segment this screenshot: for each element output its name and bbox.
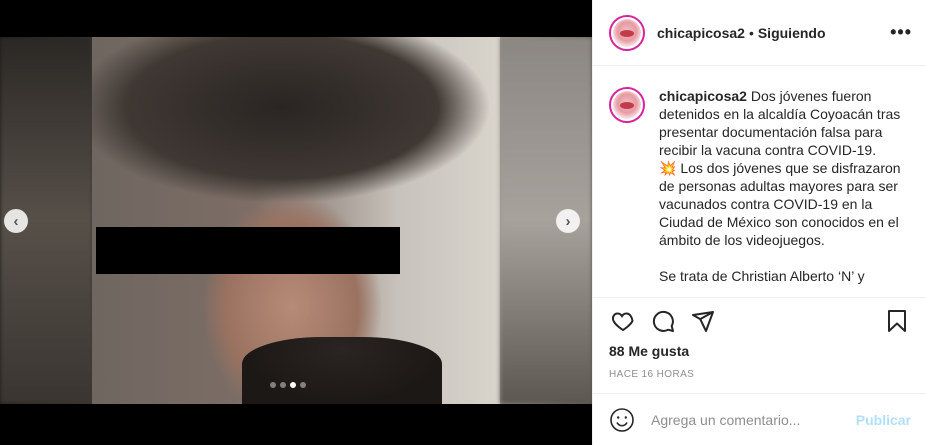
comment-box: Publicar xyxy=(593,393,926,445)
lips-icon xyxy=(620,102,634,109)
likes-count[interactable]: 88 Me gusta xyxy=(609,343,689,359)
post-media: ‹ › xyxy=(0,0,592,445)
caption-area: chicapicosa2 Dos jóvenes fueron detenido… xyxy=(593,67,926,297)
caption-username[interactable]: chicapicosa2 xyxy=(659,88,747,104)
share-icon[interactable] xyxy=(689,307,717,335)
caption-line: Se trata de Christian Alberto ‘N’ y xyxy=(659,268,865,284)
publish-button[interactable]: Publicar xyxy=(856,412,911,428)
carousel-dot xyxy=(270,382,276,388)
avatar[interactable] xyxy=(609,14,645,51)
post-photo xyxy=(0,37,592,404)
caption-text: chicapicosa2 Dos jóvenes fueron detenido… xyxy=(659,87,911,297)
header-separator: • xyxy=(748,24,754,41)
carousel-dot-active xyxy=(290,382,296,388)
header-username[interactable]: chicapicosa2 xyxy=(657,25,745,41)
caption-line: presentar documentación falsa para xyxy=(659,124,883,140)
post-header: chicapicosa2 • Siguiendo ••• xyxy=(593,0,926,66)
caption-line: chicapicosa2 Dos jóvenes fueron xyxy=(659,88,872,104)
smiley-icon[interactable] xyxy=(609,407,635,433)
carousel-dot xyxy=(280,382,286,388)
caption-line: Ciudad de México son conocidos en el xyxy=(659,214,899,230)
photo-beard xyxy=(242,337,442,404)
comment-input[interactable] xyxy=(651,411,851,428)
post-timestamp[interactable]: HACE 16 HORAS xyxy=(609,369,694,380)
heart-icon[interactable] xyxy=(609,307,637,335)
censor-bar xyxy=(96,227,400,274)
caption-line: ámbito de los videojuegos. xyxy=(659,232,825,248)
bookmark-icon[interactable] xyxy=(883,307,911,335)
collision-emoji-icon: 💥 xyxy=(659,160,677,176)
carousel-dot xyxy=(300,382,306,388)
chevron-left-icon: ‹ xyxy=(13,212,19,230)
chevron-right-icon: › xyxy=(565,212,571,230)
follow-status-button[interactable]: Siguiendo xyxy=(758,25,826,41)
post-panel: chicapicosa2 • Siguiendo ••• chicapicosa… xyxy=(592,0,926,445)
photo-face xyxy=(92,37,500,404)
comment-icon[interactable] xyxy=(649,307,677,335)
action-bar xyxy=(593,297,926,343)
caption-line: recibir la vacuna contra COVID-19. xyxy=(659,142,877,158)
caption-line: vacunados contra COVID-19 en la xyxy=(659,196,873,212)
more-options-button[interactable]: ••• xyxy=(890,22,912,43)
carousel-next-button[interactable]: › xyxy=(556,209,580,233)
lips-icon xyxy=(620,29,634,37)
caption-line: detenidos en la alcaldía Coyoacán tras xyxy=(659,106,901,122)
caption-line: 💥 Los dos jóvenes que se disfrazaron xyxy=(659,160,901,176)
caption-line: de personas adultas mayores para ser xyxy=(659,178,898,194)
carousel-prev-button[interactable]: ‹ xyxy=(4,209,28,233)
caption-avatar[interactable] xyxy=(609,87,645,123)
carousel-dots xyxy=(270,382,306,388)
